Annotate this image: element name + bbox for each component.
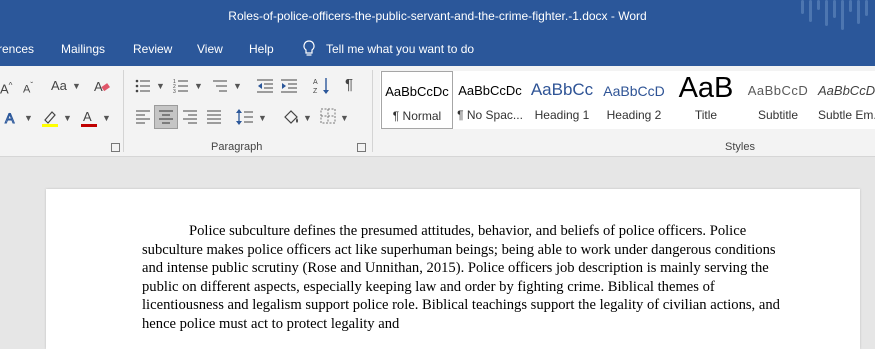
style-name: ¶ Normal <box>392 109 442 123</box>
style-name: Heading 2 <box>606 108 662 122</box>
tab-help[interactable]: Help <box>249 42 274 56</box>
style-sample: AaB <box>678 72 734 104</box>
font-dialog-launcher[interactable] <box>111 143 120 152</box>
svg-text:Z: Z <box>313 88 318 95</box>
chevron-down-icon[interactable]: ▼ <box>24 113 33 123</box>
font-color-icon[interactable]: A <box>80 108 98 128</box>
decrease-indent-icon[interactable] <box>256 78 274 94</box>
chevron-down-icon[interactable]: ▼ <box>63 113 72 123</box>
tab-references[interactable]: rences <box>0 42 34 56</box>
lightbulb-icon <box>303 40 315 56</box>
bullets-icon[interactable] <box>135 78 151 94</box>
chevron-down-icon[interactable]: ▼ <box>258 113 267 123</box>
document-area: Police subculture defines the presumed a… <box>0 157 875 349</box>
highlight-color-icon[interactable] <box>40 108 60 128</box>
title-bar-decoration <box>795 0 875 33</box>
align-center-icon <box>159 110 173 124</box>
ribbon: A^ Aˇ Aa ▼ A A ▼ ▼ A ▼ ▼ 1 2 3 ▼ ▼ A Z ¶… <box>0 66 875 157</box>
chevron-down-icon[interactable]: ▼ <box>340 113 349 123</box>
style-sample: AaBbCcD <box>603 83 665 99</box>
change-case-button[interactable]: Aa <box>51 78 67 94</box>
style-name: Subtle Em... <box>818 108 875 122</box>
document-page[interactable]: Police subculture defines the presumed a… <box>46 189 860 349</box>
tab-mailings[interactable]: Mailings <box>61 42 105 56</box>
grow-font-icon[interactable]: A^ <box>0 78 12 97</box>
text-effects-icon[interactable]: A <box>4 109 20 127</box>
borders-icon[interactable] <box>320 108 336 124</box>
tab-review[interactable]: Review <box>133 42 172 56</box>
styles-group-label: Styles <box>725 141 755 153</box>
tell-me-search[interactable]: Tell me what you want to do <box>302 40 474 58</box>
style-name: Subtitle <box>757 108 799 122</box>
chevron-down-icon[interactable]: ▼ <box>194 81 203 91</box>
chevron-down-icon[interactable]: ▼ <box>72 81 81 91</box>
multilevel-list-icon[interactable] <box>212 78 228 94</box>
style-sample: AaBbCc <box>530 80 594 99</box>
group-divider <box>123 70 124 152</box>
window-title: Roles-of-police-officers-the-public-serv… <box>228 9 647 23</box>
line-spacing-icon[interactable] <box>236 108 254 126</box>
style-sample: AaBbCcDc <box>458 83 522 98</box>
svg-text:3: 3 <box>173 89 176 94</box>
sort-icon[interactable]: A Z <box>313 76 331 96</box>
style-subtle-emphasis[interactable]: AaBbCcD Subtle Em... <box>814 71 875 129</box>
tab-view[interactable]: View <box>197 42 223 56</box>
chevron-down-icon[interactable]: ▼ <box>233 81 242 91</box>
style-subtitle[interactable]: AaBbCcD Subtitle <box>742 71 814 129</box>
svg-text:A: A <box>94 79 103 94</box>
clear-formatting-icon[interactable]: A <box>93 77 111 95</box>
style-sample: AaBbCcDc <box>385 84 449 99</box>
align-left-icon[interactable] <box>135 110 151 124</box>
align-center-button[interactable] <box>154 105 178 129</box>
tell-me-label: Tell me what you want to do <box>326 42 475 56</box>
title-bar: Roles-of-police-officers-the-public-serv… <box>0 0 875 33</box>
shading-icon[interactable] <box>282 108 300 126</box>
document-paragraph[interactable]: Police subculture defines the presumed a… <box>142 222 782 334</box>
style-heading-2[interactable]: AaBbCcD Heading 2 <box>598 71 670 129</box>
ribbon-tabs: rences Mailings Review View Help Tell me… <box>0 33 875 66</box>
svg-text:A: A <box>5 110 15 126</box>
style-no-spacing[interactable]: AaBbCcDc ¶ No Spac... <box>454 71 526 129</box>
increase-indent-icon[interactable] <box>280 78 298 94</box>
style-normal[interactable]: AaBbCcDc ¶ Normal <box>381 71 453 129</box>
align-right-icon[interactable] <box>182 110 198 124</box>
style-name: Title <box>694 108 718 122</box>
justify-icon[interactable] <box>206 110 222 124</box>
svg-text:A: A <box>83 109 92 124</box>
group-divider <box>372 70 373 152</box>
svg-text:A: A <box>313 79 318 86</box>
style-name: ¶ No Spac... <box>457 108 523 122</box>
style-title[interactable]: AaB Title <box>670 71 742 129</box>
style-heading-1[interactable]: AaBbCc Heading 1 <box>526 71 598 129</box>
chevron-down-icon[interactable]: ▼ <box>156 81 165 91</box>
chevron-down-icon[interactable]: ▼ <box>303 113 312 123</box>
style-sample: AaBbCcD <box>747 83 809 98</box>
numbering-icon[interactable]: 1 2 3 <box>173 78 189 94</box>
chevron-down-icon[interactable]: ▼ <box>102 113 111 123</box>
paragraph-dialog-launcher[interactable] <box>357 143 366 152</box>
style-sample: AaBbCcD <box>818 83 875 98</box>
style-name: Heading 1 <box>534 108 590 122</box>
paragraph-group-label: Paragraph <box>211 141 263 153</box>
styles-gallery: AaBbCcDc ¶ Normal AaBbCcDc ¶ No Spac... … <box>380 71 875 129</box>
shrink-font-icon[interactable]: Aˇ <box>23 78 33 98</box>
show-formatting-marks-icon[interactable]: ¶ <box>345 77 353 93</box>
